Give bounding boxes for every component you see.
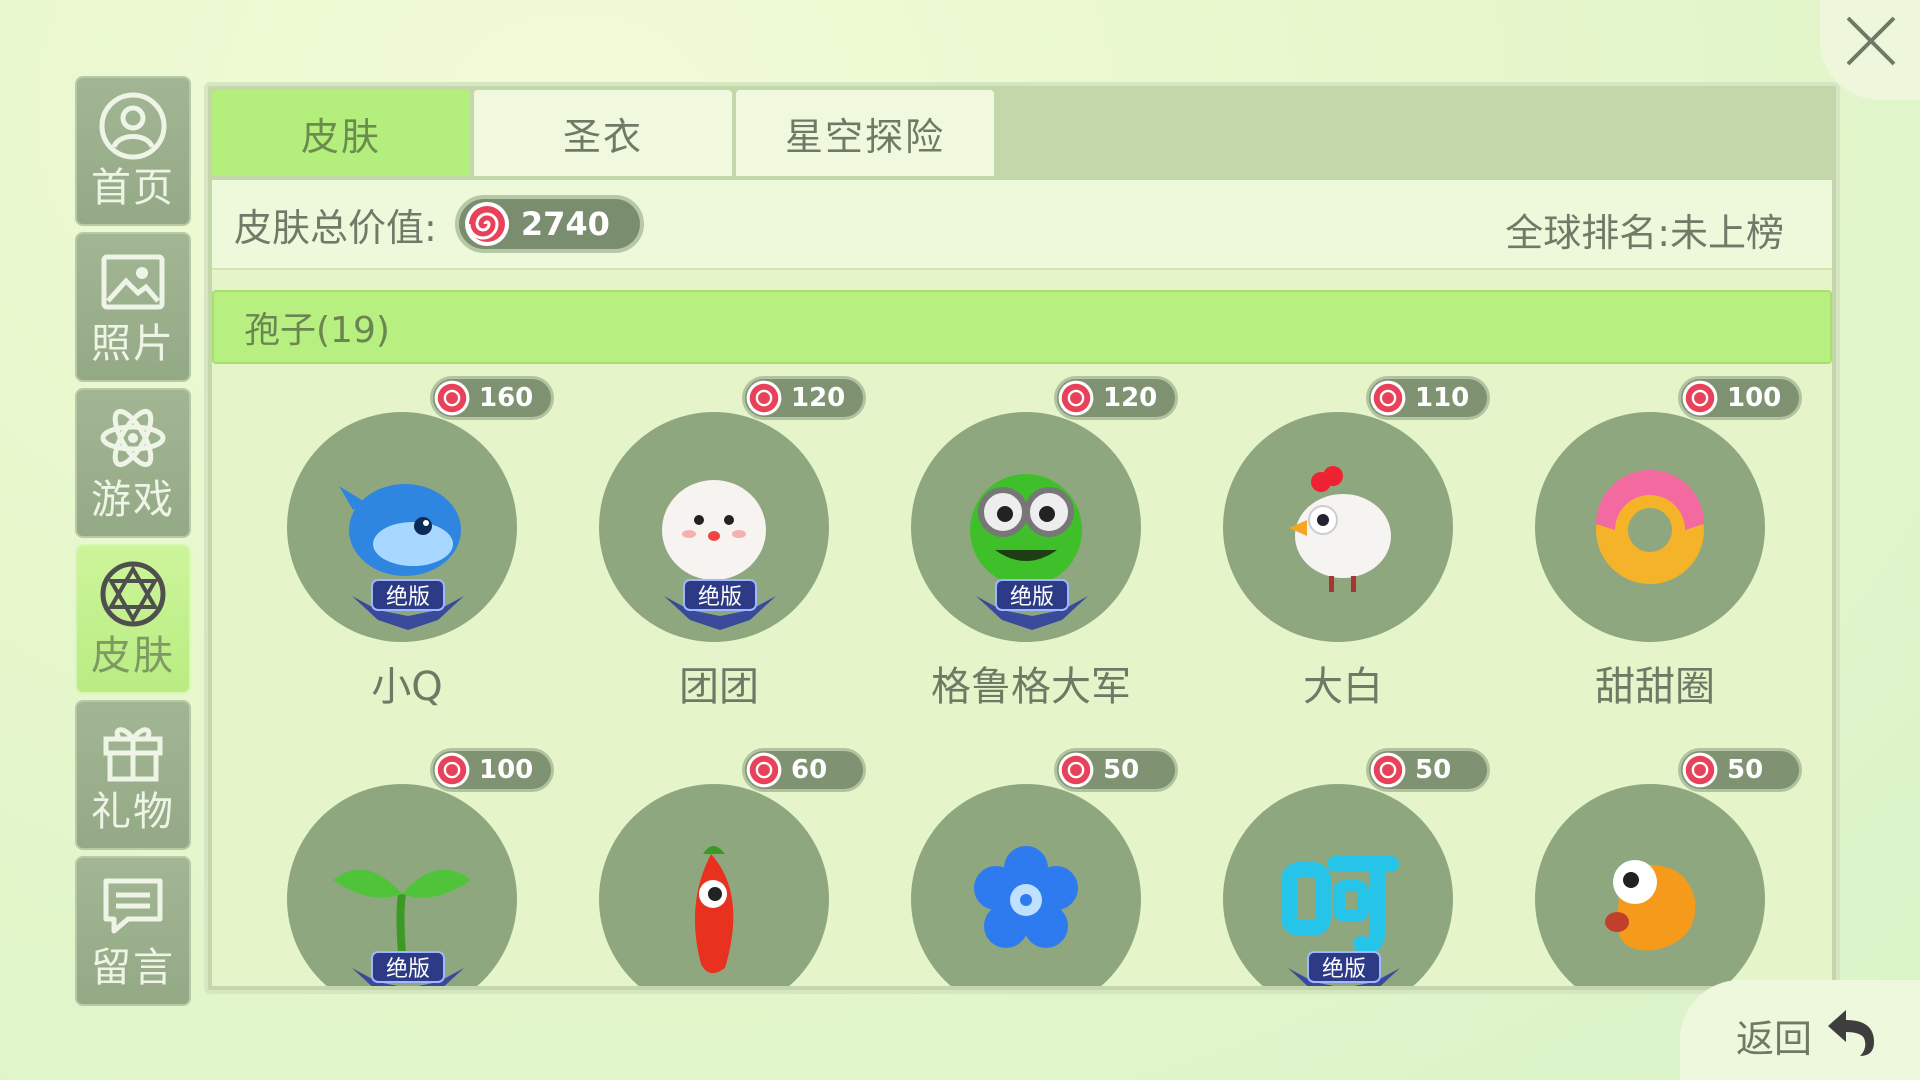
skin-name: 小Q (371, 664, 443, 710)
price-pill: 50 (1366, 748, 1490, 792)
skin-item[interactable]: 绝版 120 团团 (564, 376, 866, 716)
price-pill: 120 (1054, 376, 1178, 420)
sidebar-item-messages[interactable]: 留言 (75, 856, 191, 1006)
skin-name: 格鲁格大军 (931, 664, 1131, 710)
svg-text:绝版: 绝版 (1010, 585, 1054, 610)
price-pill: 120 (742, 376, 866, 420)
back-button[interactable]: 返回 (1680, 980, 1920, 1080)
back-arrow-icon (1828, 1010, 1874, 1056)
svg-text:绝版: 绝版 (386, 957, 430, 982)
global-rank: 全球排名:未上榜 (1505, 211, 1784, 255)
price-pill: 50 (1054, 748, 1178, 792)
total-value-pill: 2740 (454, 195, 644, 253)
price-pill: 110 (1366, 376, 1490, 420)
sidebar-item-label: 礼物 (91, 789, 175, 835)
price-value: 100 (479, 755, 534, 785)
chicken-icon (1289, 466, 1391, 592)
category-header[interactable]: 孢子(19) (212, 290, 1832, 364)
skin-item[interactable]: 绝版 100 (252, 748, 554, 986)
price-pill: 60 (742, 748, 866, 792)
price-pill: 50 (1678, 748, 1802, 792)
tab-saint-cloth[interactable]: 圣衣 (474, 90, 732, 176)
skin-item[interactable]: 100 甜甜圈 (1500, 376, 1802, 716)
candy-icon (1370, 380, 1406, 416)
svg-text:绝版: 绝版 (386, 585, 430, 610)
price-value: 60 (791, 755, 828, 785)
svg-text:绝版: 绝版 (1322, 957, 1366, 982)
limited-badge-icon: 绝版 (976, 579, 1088, 630)
skin-item[interactable]: 110 大白 (1188, 376, 1490, 716)
sidebar: 首页 照片 游戏 皮肤 礼物 留言 (75, 76, 191, 1012)
candy-icon (1370, 752, 1406, 788)
flower-icon (974, 846, 1078, 948)
candy-icon (434, 380, 470, 416)
skin-item[interactable]: 绝版 160 小Q (252, 376, 554, 716)
skin-item[interactable]: 绝版 120 格鲁格大军 (876, 376, 1178, 716)
price-pill: 160 (430, 376, 554, 420)
main-panel: 皮肤 圣衣 星空探险 皮肤总价值: 2740 全球排名:未上榜 孢子(19) 绝… (204, 82, 1840, 994)
orange-bird-icon (1605, 860, 1696, 951)
tab-star-adventure[interactable]: 星空探险 (736, 90, 994, 176)
tab-bar: 皮肤 圣衣 星空探险 (212, 90, 998, 176)
sidebar-item-games[interactable]: 游戏 (75, 388, 191, 538)
close-icon (1846, 16, 1896, 66)
limited-badge-icon: 绝版 (352, 951, 464, 986)
price-pill: 100 (1678, 376, 1802, 420)
sidebar-item-label: 游戏 (91, 477, 175, 523)
category-label: 孢子(19) (244, 310, 390, 351)
price-pill: 100 (430, 748, 554, 792)
sidebar-item-home[interactable]: 首页 (75, 76, 191, 226)
sidebar-item-label: 首页 (91, 165, 175, 211)
candy-icon (1058, 380, 1094, 416)
skin-item[interactable]: 绝版 50 (1188, 748, 1490, 986)
photo-icon (101, 254, 165, 310)
person-icon (99, 92, 167, 160)
sidebar-item-skins[interactable]: 皮肤 (75, 544, 191, 694)
summary-bar: 皮肤总价值: 2740 全球排名:未上榜 (212, 180, 1832, 270)
skin-grid: 绝版 160 小Q 绝版 120 团团 绝版 120 格鲁格大军 110 大白 … (212, 376, 1832, 986)
total-value-label: 皮肤总价值: (234, 205, 437, 250)
skin-item[interactable]: 50 (876, 748, 1178, 986)
sidebar-item-label: 皮肤 (91, 633, 175, 679)
sidebar-item-label: 留言 (91, 945, 175, 991)
donut-icon (1596, 470, 1704, 584)
tab-skins[interactable]: 皮肤 (212, 90, 470, 176)
limited-badge-icon: 绝版 (664, 579, 776, 630)
price-value: 50 (1727, 755, 1764, 785)
price-value: 120 (791, 383, 846, 413)
skins-content: 皮肤总价值: 2740 全球排名:未上榜 孢子(19) 绝版 160 小Q 绝版… (212, 180, 1832, 986)
candy-icon (1682, 752, 1718, 788)
skin-name: 大白 (1303, 664, 1383, 710)
price-value: 50 (1103, 755, 1140, 785)
sidebar-item-gifts[interactable]: 礼物 (75, 700, 191, 850)
svg-text:绝版: 绝版 (698, 585, 742, 610)
atom-icon (100, 408, 166, 468)
limited-badge-icon: 绝版 (352, 579, 464, 630)
candy-icon (1058, 752, 1094, 788)
skin-name: 团团 (679, 664, 759, 710)
price-value: 110 (1415, 383, 1470, 413)
total-value: 2740 (520, 205, 610, 243)
candy-icon (1682, 380, 1718, 416)
skin-icon (100, 561, 166, 627)
price-value: 160 (479, 383, 534, 413)
candy-icon (434, 752, 470, 788)
price-value: 120 (1103, 383, 1158, 413)
gift-icon (103, 727, 163, 782)
skin-item[interactable]: 60 (564, 748, 866, 986)
message-icon (103, 878, 163, 934)
candy-icon (746, 380, 782, 416)
sidebar-item-photos[interactable]: 照片 (75, 232, 191, 382)
back-label: 返回 (1736, 1017, 1813, 1061)
sidebar-item-label: 照片 (91, 321, 175, 367)
price-value: 100 (1727, 383, 1782, 413)
limited-badge-icon: 绝版 (1288, 951, 1400, 986)
price-value: 50 (1415, 755, 1452, 785)
chili-icon (694, 846, 734, 974)
candy-icon (746, 752, 782, 788)
candy-icon (464, 202, 509, 246)
skin-item[interactable]: 50 (1500, 748, 1802, 986)
skin-name: 甜甜圈 (1595, 664, 1715, 710)
